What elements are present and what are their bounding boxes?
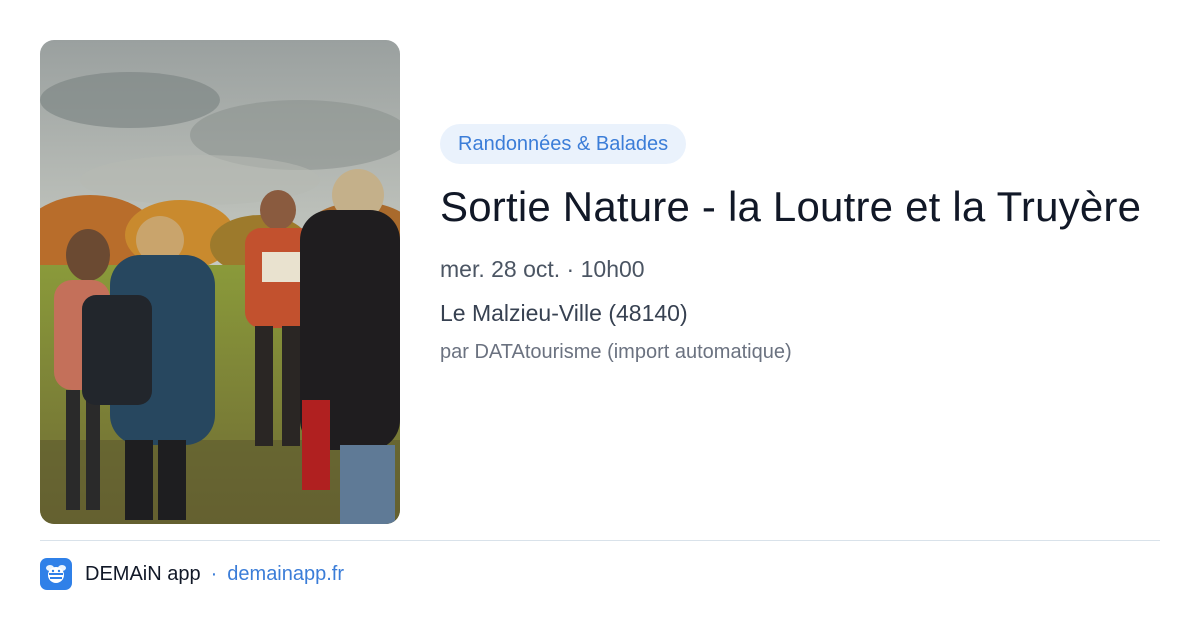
event-datetime: mer. 28 oct. · 10h00: [440, 256, 645, 282]
event-info: Randonnées & Balades Sortie Nature - la …: [440, 124, 1160, 366]
footer-separator: ·: [210, 562, 218, 585]
bee-logo-icon: [40, 558, 72, 590]
footer-divider: [40, 540, 1160, 541]
event-title: Sortie Nature - la Loutre et la Truyère: [440, 183, 1142, 230]
event-source: par DATAtourisme (import automatique): [440, 341, 792, 363]
app-url-link[interactable]: demainapp.fr: [227, 563, 344, 586]
app-name: DEMAiN app: [85, 562, 201, 585]
event-photo: [40, 40, 400, 524]
category-badge[interactable]: Randonnées & Balades: [440, 124, 687, 164]
event-share-card: Randonnées & Balades Sortie Nature - la …: [0, 0, 1200, 630]
event-location: Le Malzieu-Ville (48140): [440, 300, 688, 326]
footer: DEMAiN app · demainapp.fr: [40, 558, 344, 590]
